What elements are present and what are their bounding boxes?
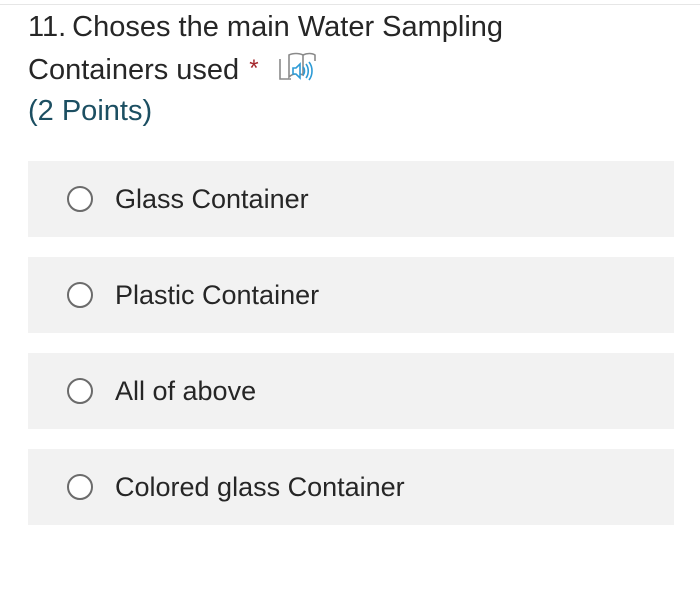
radio-button[interactable]: [67, 282, 93, 308]
option-glass-container[interactable]: Glass Container: [28, 161, 674, 237]
question-number: 11.: [28, 11, 67, 43]
top-divider: [0, 4, 700, 5]
question-title-line-2: Containers used *: [28, 48, 668, 91]
question-text-part-1: Choses the main Water Sampling: [72, 11, 504, 43]
option-label: All of above: [115, 375, 257, 406]
points-label: (2 Points): [28, 95, 153, 127]
immersive-reader-icon[interactable]: [277, 51, 317, 85]
required-asterisk: *: [249, 55, 259, 82]
option-colored-glass-container[interactable]: Colored glass Container: [28, 449, 674, 525]
question-title-line-1: 11. Choses the main Water Sampling: [28, 6, 668, 48]
question-text-part-2: Containers used: [28, 54, 240, 86]
question-header: 11. Choses the main Water Sampling Contai…: [28, 6, 668, 131]
option-label: Colored glass Container: [115, 471, 405, 502]
option-all-of-above[interactable]: All of above: [28, 353, 674, 429]
radio-button[interactable]: [67, 474, 93, 500]
radio-button[interactable]: [67, 186, 93, 212]
answer-options: Glass Container Plastic Container All of…: [28, 161, 674, 545]
option-label: Glass Container: [115, 183, 309, 214]
option-plastic-container[interactable]: Plastic Container: [28, 257, 674, 333]
radio-button[interactable]: [67, 378, 93, 404]
option-label: Plastic Container: [115, 279, 320, 310]
